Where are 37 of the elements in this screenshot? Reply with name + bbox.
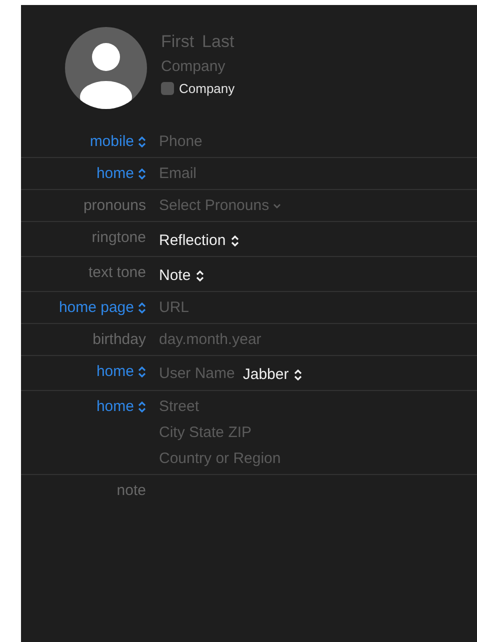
field-label: pronouns: [83, 196, 146, 216]
popup-button[interactable]: Reflection: [159, 230, 239, 252]
field-label: text tone: [88, 263, 146, 283]
up-down-chevron-icon: [138, 302, 146, 314]
input-field[interactable]: Email: [159, 163, 197, 185]
company-checkbox[interactable]: [161, 82, 174, 95]
up-down-chevron-icon: [196, 270, 204, 282]
popup-button[interactable]: Jabber: [242, 364, 302, 386]
up-down-chevron-icon: [138, 168, 146, 180]
input-field[interactable]: Street: [159, 396, 200, 418]
up-down-chevron-icon: [230, 235, 239, 247]
popup-button[interactable]: Note: [159, 265, 204, 287]
up-down-chevron-icon: [294, 369, 302, 381]
field-label: birthday: [92, 330, 146, 350]
up-down-chevron-icon: [138, 401, 146, 413]
up-down-chevron-icon: [138, 366, 146, 378]
person-avatar-icon: [65, 27, 147, 109]
input-field[interactable]: User Name: [159, 362, 235, 384]
input-field[interactable]: Phone: [159, 131, 202, 153]
label-popup[interactable]: home: [96, 361, 146, 383]
input-field[interactable]: day.month.year: [159, 329, 262, 351]
input-field[interactable]: Country or Region: [159, 448, 281, 470]
up-down-chevron-icon: [138, 136, 146, 148]
name-field[interactable]: Last: [202, 30, 234, 54]
label-popup[interactable]: home page: [58, 297, 146, 319]
name-field[interactable]: First: [161, 30, 194, 54]
checkbox-label: Company: [179, 81, 235, 96]
field-label: ringtone: [92, 228, 146, 248]
input-field[interactable]: URL: [159, 297, 190, 319]
label-popup[interactable]: home: [96, 396, 146, 418]
pronouns-dropdown[interactable]: Select Pronouns: [159, 195, 282, 217]
company-field[interactable]: Company: [161, 56, 226, 78]
input-field[interactable]: City State ZIP: [159, 422, 252, 444]
chevron-down-icon: [273, 203, 282, 209]
label-popup[interactable]: mobile: [90, 131, 146, 153]
label-popup[interactable]: home: [96, 163, 146, 185]
field-label: note: [116, 481, 146, 501]
